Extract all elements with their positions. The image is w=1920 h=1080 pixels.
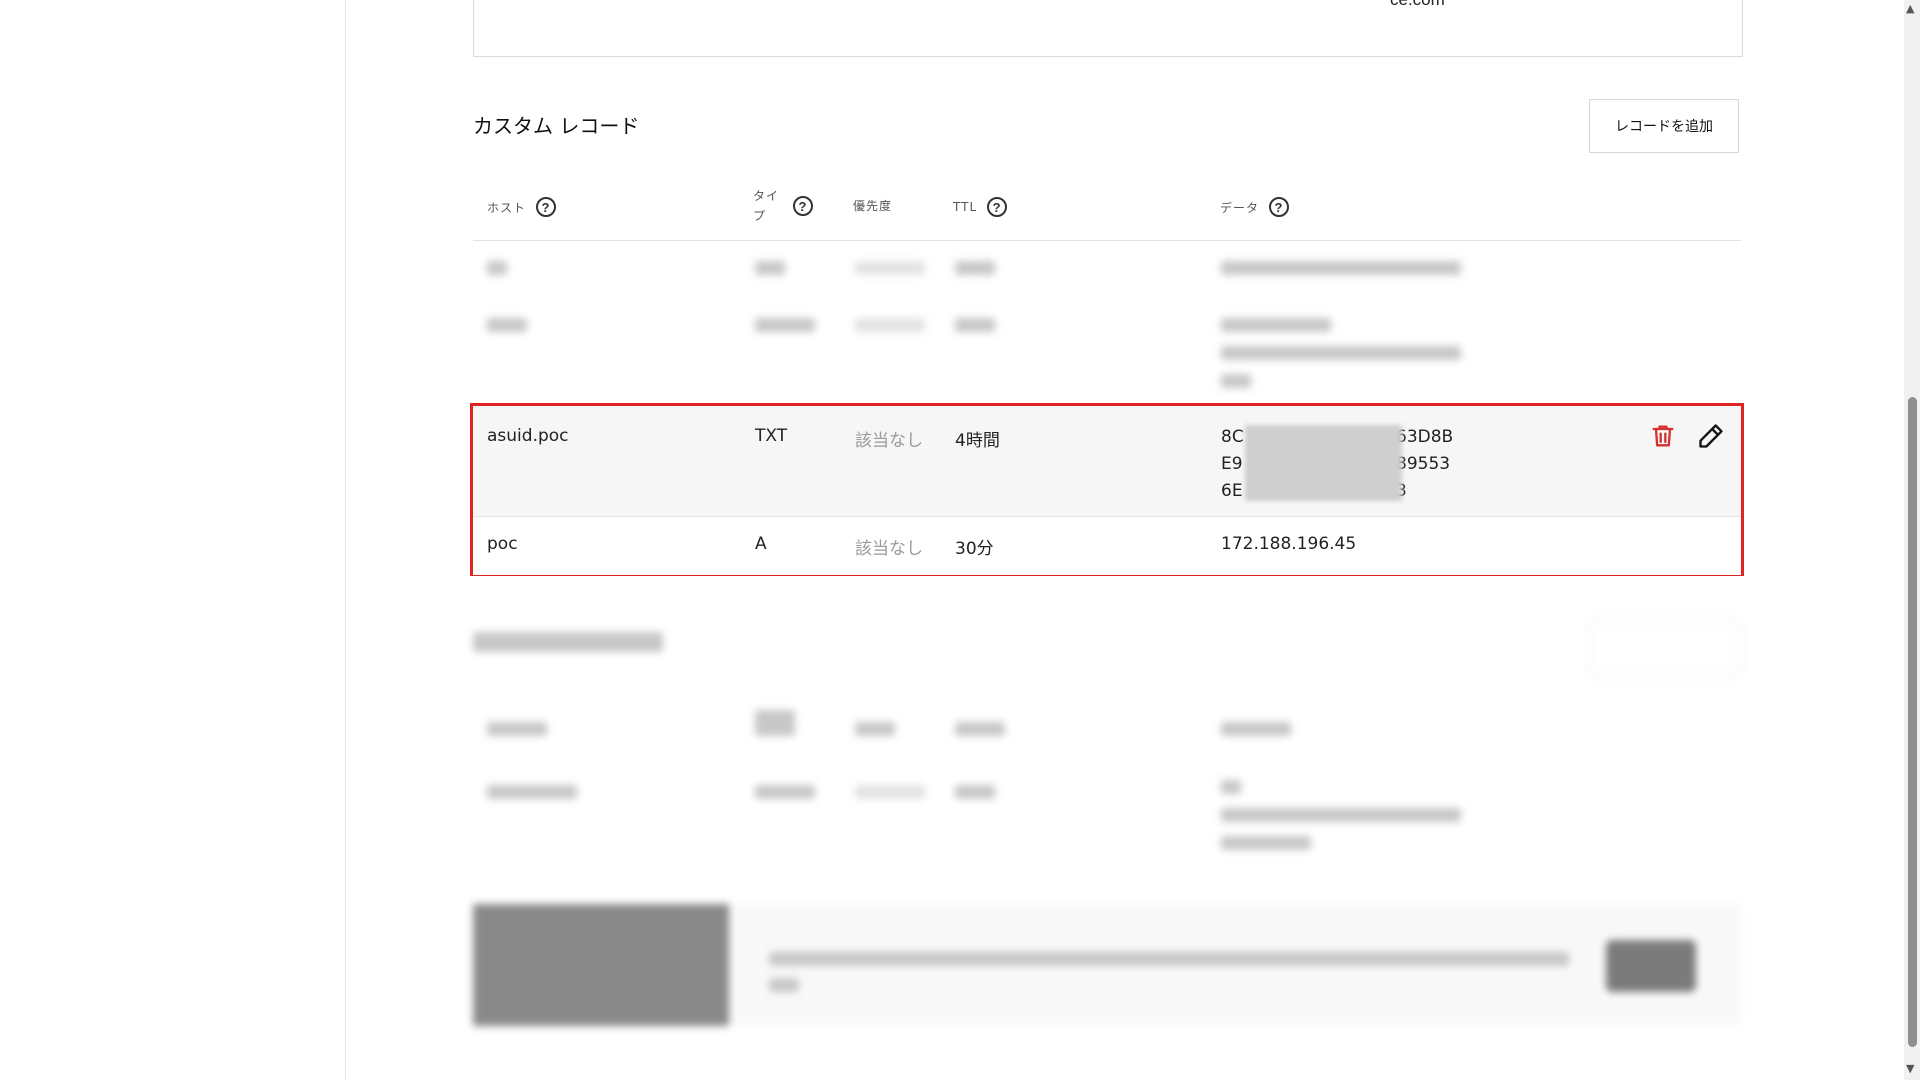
record-data-line: 63D8B (1396, 427, 1454, 447)
sidebar-divider (345, 0, 346, 1080)
record-ttl: 30分 (955, 539, 994, 559)
scroll-up-icon[interactable]: ▲ (1906, 2, 1914, 15)
record-data-line: 6E (1221, 481, 1243, 501)
record-host: poc (487, 534, 518, 554)
record-data: 172.188.196.45 (1221, 534, 1357, 554)
record-data-end: 63D8B 89553 3 (1396, 424, 1453, 505)
help-icon[interactable]: ? (536, 197, 557, 217)
record-ttl: 4時間 (955, 431, 1000, 451)
header-type-label: タイプ (753, 189, 780, 223)
header-type: タイプ ? (753, 186, 813, 226)
redaction-overlay (1245, 425, 1402, 501)
header-host-label: ホスト (487, 200, 527, 215)
header-data: データ ? (1220, 197, 1290, 217)
pencil-icon[interactable] (1697, 422, 1725, 450)
trash-icon[interactable] (1649, 422, 1677, 450)
table-row[interactable]: asuid.poc TXT 該当なし 4時間 8C E9 6E 63D8B 89… (473, 406, 1741, 517)
record-type: A (755, 534, 767, 554)
section-title: カスタム レコード (473, 114, 640, 138)
scroll-thumb[interactable] (1908, 397, 1917, 1047)
scroll-down-icon[interactable]: ▼ (1906, 1062, 1914, 1075)
header-priority: 優先度 (853, 197, 892, 214)
help-icon[interactable]: ? (1269, 197, 1290, 217)
header-ttl: TTL ? (953, 197, 1008, 217)
header-ttl-label: TTL (953, 200, 978, 214)
blurred-section (473, 620, 1741, 880)
record-priority: 該当なし (855, 539, 923, 559)
blurred-record-row (473, 243, 1741, 303)
record-data-line: 89553 (1396, 454, 1451, 474)
record-data-line: 3 (1396, 478, 1453, 505)
header-host: ホスト ? (487, 197, 557, 217)
table-row[interactable]: poc A 該当なし 30分 172.188.196.45 (473, 517, 1741, 575)
scrollbar[interactable]: ▲ ▼ (1904, 0, 1920, 1080)
banner-image (473, 904, 729, 1026)
blurred-record-row (473, 300, 1741, 400)
main-content: ce.com カスタム レコード レコードを追加 ホスト ? タイプ ? 優先度… (470, 0, 1744, 1080)
record-data-start: 8C E9 6E (1221, 424, 1244, 505)
record-host: asuid.poc (487, 426, 569, 446)
promo-banner (473, 904, 1741, 1026)
header-data-label: データ (1220, 200, 1260, 215)
highlighted-records: asuid.poc TXT 該当なし 4時間 8C E9 6E 63D8B 89… (470, 403, 1744, 576)
previous-section-text: ce.com (1390, 0, 1445, 10)
banner-button[interactable] (1606, 940, 1696, 992)
previous-section-card: ce.com (473, 0, 1743, 57)
help-icon[interactable]: ? (793, 196, 813, 216)
record-priority: 該当なし (855, 431, 923, 451)
record-data-line: E9 (1221, 454, 1243, 474)
record-data-line: 8C (1221, 427, 1244, 447)
add-record-button[interactable]: レコードを追加 (1589, 99, 1739, 153)
table-header: ホスト ? タイプ ? 優先度 TTL ? データ ? (473, 180, 1741, 241)
header-priority-label: 優先度 (853, 199, 893, 213)
help-icon[interactable]: ? (987, 197, 1008, 217)
record-type: TXT (755, 426, 788, 446)
